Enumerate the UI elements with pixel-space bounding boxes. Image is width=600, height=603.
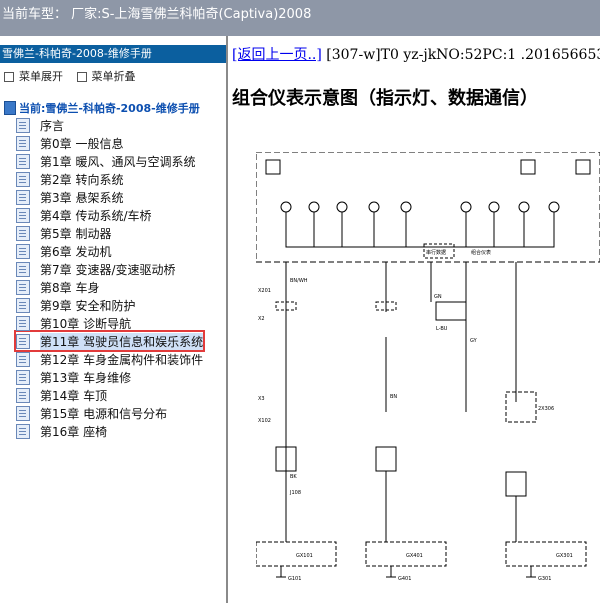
tree-item[interactable]: 第5章 制动器 [16,224,203,242]
serial-data-label: 串行数据 [426,249,446,256]
tree-item[interactable]: 第0章 一般信息 [16,134,203,152]
expand-label: 菜单展开 [19,70,63,83]
document-icon [16,387,30,403]
x2-label: X2 [258,316,265,322]
tree-item[interactable]: 第12章 车身金属构件和装饰件 [16,350,203,368]
document-icon [16,351,30,367]
tree-item-label: 第2章 转向系统 [40,172,124,187]
tree-item-label: 第0章 一般信息 [40,136,124,151]
g101-label: G101 [288,576,301,582]
gx401-label: GX401 [406,553,423,559]
lbu-label: L-BU [436,326,448,332]
doc-title: 组合仪表示意图（指示灯、数据通信） [232,88,538,109]
tree-item[interactable]: 第15章 电源和信号分布 [16,404,203,422]
tree-items: 序言第0章 一般信息第1章 暖风、通风与空调系统 第2章 转向系统 第3章 悬架系统… [4,116,206,440]
tree-item-label: 第5章 制动器 [40,226,112,241]
tree-item[interactable]: 第4章 传动系统/车桥 [16,206,203,224]
tree-item-label: 第15章 电源和信号分布 [40,406,168,421]
tree-item-label: 第11章 驾驶员信息和娱乐系统 [40,332,204,350]
tree-item-label: 第9章 安全和防护 [40,298,136,313]
wiring-diagram: 串行数据 组合仪表 X201 BN/WH X2 X3 X102 J108 BK … [256,152,600,582]
tree-item[interactable]: 第2章 转向系统 [16,170,203,188]
tree-item-label: 第14章 车顶 [40,388,108,403]
expand-icon [4,72,14,82]
tree-root-label: 当前:雪佛兰-科帕奇-2008-维修手册 [19,102,200,115]
document-icon [16,315,30,331]
tree-toolbar: 菜单展开 菜单折叠 [4,68,146,84]
gx301-label: GX301 [556,553,573,559]
x306-label: 2X306 [538,406,554,412]
left-pane: 雪佛兰-科帕奇-2008-维修手册 菜单展开 菜单折叠 当前:雪佛兰-科帕奇-2… [0,36,228,603]
tree-item[interactable]: 第13章 车身维修 [16,368,203,386]
document-icon [16,261,30,277]
document-icon [16,297,30,313]
tree-item[interactable]: 第14章 车顶 [16,386,203,404]
gx101-label: GX101 [296,553,313,559]
tree-item-label: 第7章 变速器/变速驱动桥 [40,262,176,277]
document-icon [16,333,30,349]
tree-item-label: 第1章 暖风、通风与空调系统 [40,154,196,169]
chapter-tree: 当前:雪佛兰-科帕奇-2008-维修手册 序言第0章 一般信息第1章 暖风、通风… [4,100,206,440]
x102-label: X102 [258,418,271,424]
tree-item-label: 第3章 悬架系统 [40,190,124,205]
x3-label: X3 [258,396,265,402]
tree-item-label: 第6章 发动机 [40,244,112,259]
tree-item[interactable]: 第3章 悬架系统 [16,188,203,206]
document-icon [16,405,30,421]
x201-label: X201 [258,288,271,294]
tree-item[interactable]: 第9章 安全和防护 [16,296,203,314]
document-icon [16,423,30,439]
tree-item[interactable]: 第1章 暖风、通风与空调系统 [16,152,203,170]
gn-label: GN [434,294,442,300]
bn-label: BN [390,394,397,400]
doc-header: [返回上一页..] [307-w]T0 yz-jkNO:52PC:1 .2016… [232,44,600,64]
content-pane: [返回上一页..] [307-w]T0 yz-jkNO:52PC:1 .2016… [230,36,600,603]
document-icon [16,207,30,223]
book-icon [4,101,16,115]
pc-harness-label: 组合仪表 [471,249,491,256]
tree-item[interactable]: 序言 [16,116,203,134]
document-icon [16,243,30,259]
collapse-menu-button[interactable]: 菜单折叠 [76,70,136,83]
document-icon [16,189,30,205]
tree-item[interactable]: 第8章 车身 [16,278,203,296]
tree-item-label: 第16章 座椅 [40,424,108,439]
tree-root[interactable]: 当前:雪佛兰-科帕奇-2008-维修手册 [4,100,203,116]
tree-item[interactable]: 第11章 驾驶员信息和娱乐系统 [13,330,206,352]
left-pane-header: 雪佛兰-科帕奇-2008-维修手册 [0,45,226,63]
g301-label: G301 [538,576,551,582]
expand-menu-button[interactable]: 菜单展开 [4,70,67,83]
tree-item[interactable]: 第7章 变速器/变速驱动桥 [16,260,203,278]
tree-item[interactable]: 第6章 发动机 [16,242,203,260]
tree-item-label: 第12章 车身金属构件和装饰件 [40,352,204,367]
tree-item-label: 第13章 车身维修 [40,370,132,385]
document-icon [16,117,30,133]
document-icon [16,369,30,385]
tree-item[interactable]: 第10章 诊断导航 [16,314,203,332]
bk-label: BK [290,474,297,480]
back-link[interactable]: [返回上一页..] [232,47,322,63]
tree-item-label: 第10章 诊断导航 [40,316,132,331]
window-title-bar: 当前车型： 厂家:S-上海雪佛兰科帕奇(Captiva)2008 [0,0,600,36]
window-title: 当前车型： 厂家:S-上海雪佛兰科帕奇(Captiva)2008 [2,7,312,22]
gy-label: GY [470,338,478,344]
collapse-icon [76,72,87,82]
collapse-label: 菜单折叠 [91,70,136,83]
tree-item-label: 第4章 传动系统/车桥 [40,208,152,223]
document-icon [16,225,30,241]
g401-label: G401 [398,576,411,582]
doc-info: [307-w]T0 yz-jkNO:52PC:1 .2016566533 [326,47,600,63]
bnwh-label-1: BN/WH [290,278,308,284]
document-icon [16,279,30,295]
document-icon [16,171,30,187]
j108-label: J108 [289,490,301,496]
tree-item[interactable]: 第16章 座椅 [16,422,203,440]
tree-item-label: 序言 [40,118,65,133]
document-icon [16,135,30,151]
document-icon [16,153,30,169]
tree-item-label: 第8章 车身 [40,280,100,295]
